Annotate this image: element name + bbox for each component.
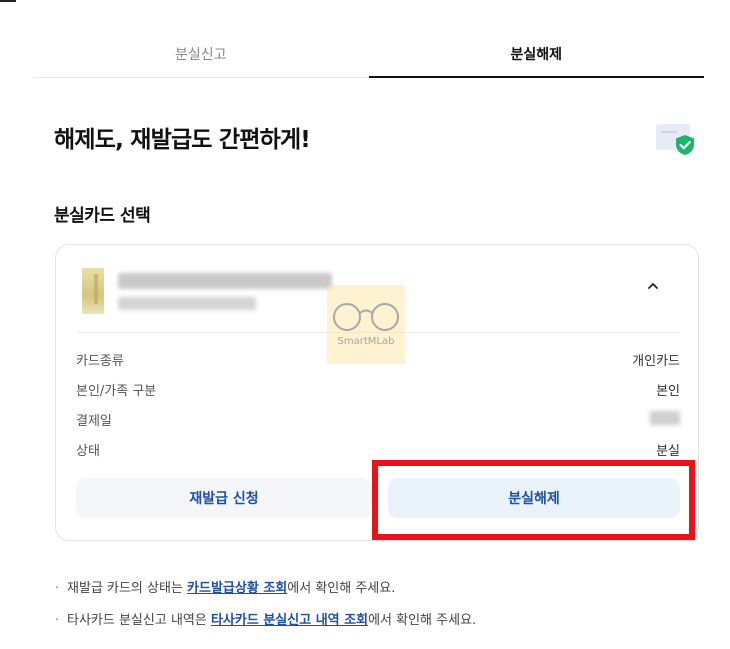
detail-label: 결제일 <box>76 414 112 429</box>
watermark-logo: SmartMLab <box>327 285 405 364</box>
note-reissue-status: · 재발급 카드의 상태는 카드발급상황 조회에서 확인해 주세요. <box>55 581 396 596</box>
glasses-icon <box>333 303 399 331</box>
tab-report-loss[interactable]: 분실신고 <box>33 30 369 77</box>
note-text: 에서 확인해 주세요. <box>287 581 396 596</box>
note-text: 타사카드 분실신고 내역은 <box>67 613 211 628</box>
page-headline: 해제도, 재발급도 간편하게! <box>54 127 311 153</box>
detail-value: 개인카드 <box>632 354 680 369</box>
chevron-up-icon[interactable] <box>646 279 660 293</box>
tab-bar: 분실신고 분실해제 <box>33 30 704 78</box>
detail-row-holder-type: 본인/가족 구분 본인 <box>76 378 680 399</box>
card-number-redacted <box>118 297 256 310</box>
note-other-card: · 타사카드 분실신고 내역은 타사카드 분실신고 내역 조회에서 확인해 주세요… <box>55 613 477 628</box>
other-card-loss-history-link[interactable]: 타사카드 분실신고 내역 조회 <box>211 613 368 628</box>
detail-label: 상태 <box>76 444 100 459</box>
detail-value: 본인 <box>656 384 680 399</box>
corner-mark <box>0 0 16 3</box>
payment-day-redacted <box>650 411 680 425</box>
status-value: 분실 <box>656 444 680 459</box>
tab-release-loss[interactable]: 분실해제 <box>368 30 705 78</box>
card-thumbnail <box>82 268 104 314</box>
card-issue-status-link[interactable]: 카드발급상황 조회 <box>187 581 287 596</box>
highlight-annotation <box>372 460 695 540</box>
detail-label: 본인/가족 구분 <box>76 384 157 399</box>
detail-row-status: 상태 분실 <box>76 438 680 459</box>
card-name-redacted <box>118 273 332 289</box>
section-title: 분실카드 선택 <box>54 206 151 226</box>
detail-label: 카드종류 <box>76 354 124 369</box>
card-shield-icon <box>656 122 698 156</box>
reissue-button[interactable]: 재발급 신청 <box>76 478 372 518</box>
detail-row-payment-day: 결제일 <box>76 408 680 429</box>
note-text: 에서 확인해 주세요. <box>368 613 477 628</box>
note-text: 재발급 카드의 상태는 <box>67 581 188 596</box>
watermark-text: SmartMLab <box>337 336 395 347</box>
